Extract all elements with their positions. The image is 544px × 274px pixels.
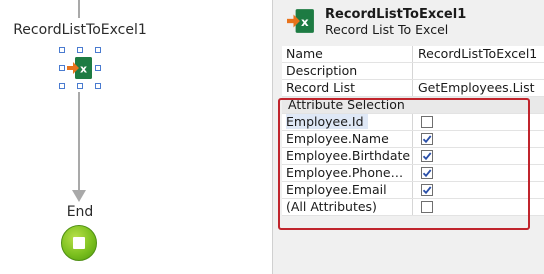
selection-handle[interactable] [59,83,65,89]
properties-panel: x RecordListToExcel1 Record List To Exce… [272,0,544,274]
flow-connector-top [78,0,80,18]
check-icon [422,152,432,161]
attribute-checkbox[interactable] [421,150,433,162]
property-label: Name [282,46,413,62]
property-value-input[interactable]: RecordListToExcel1 [413,46,544,62]
check-icon [422,169,432,178]
attribute-label: Employee.PhoneNum... [282,165,413,181]
selection-handle[interactable] [95,47,101,53]
property-row-description[interactable]: Description [282,63,544,80]
attribute-label: Employee.Birthdate [282,148,413,164]
section-label: Attribute Selection [288,97,405,112]
check-icon [422,135,432,144]
attribute-row[interactable]: Employee.Name [282,131,544,148]
property-grid: Name RecordListToExcel1 Description Reco… [282,46,544,216]
attribute-checkbox[interactable] [421,133,433,145]
attribute-checkbox[interactable] [421,184,433,196]
record-list-to-excel-node[interactable]: x [59,47,101,89]
selection-handle[interactable] [95,65,101,71]
attribute-checkbox[interactable] [421,116,433,128]
flow-canvas[interactable]: RecordListToExcel1 x End [0,0,272,274]
property-value-input[interactable] [413,63,544,79]
selection-handle[interactable] [77,83,83,89]
panel-subtitle: Record List To Excel [325,22,449,37]
node-title: RecordListToExcel1 [13,22,147,38]
attribute-label: Employee.Name [282,131,413,147]
svg-text:x: x [80,63,87,76]
attribute-label: Employee.Id [282,114,413,130]
attribute-row[interactable]: Employee.Birthdate [282,148,544,165]
panel-title: RecordListToExcel1 [325,7,467,22]
end-node[interactable] [61,225,97,261]
attribute-checkbox[interactable] [421,201,433,213]
attribute-checkbox[interactable] [421,167,433,179]
selection-handle[interactable] [77,47,83,53]
check-icon [422,186,432,195]
attribute-label: Employee.Email [282,182,413,198]
property-value-input[interactable]: GetEmployees.List [413,80,544,96]
selection-handle[interactable] [59,47,65,53]
attribute-row[interactable]: (All Attributes) [282,199,544,216]
svg-text:x: x [301,15,309,29]
attribute-row[interactable]: Employee.PhoneNum... [282,165,544,182]
property-label: Record List [282,80,413,96]
record-list-to-excel-icon: x [67,57,92,79]
attribute-row[interactable]: Employee.Email [282,182,544,199]
attribute-label: (All Attributes) [282,199,413,215]
property-row-record-list[interactable]: Record List GetEmployees.List [282,80,544,97]
end-label: End [66,204,94,220]
section-header[interactable]: Attribute Selection [282,97,544,114]
property-row-name[interactable]: Name RecordListToExcel1 [282,46,544,63]
selection-handle[interactable] [95,83,101,89]
selection-handle[interactable] [59,65,65,71]
end-stop-icon [73,237,85,249]
panel-header: x RecordListToExcel1 Record List To Exce… [273,0,544,44]
record-list-to-excel-icon: x [287,9,314,33]
property-label: Description [282,63,413,79]
attribute-row[interactable]: Employee.Id [282,114,544,131]
flow-connector [78,92,80,192]
arrow-down-icon [72,190,86,202]
